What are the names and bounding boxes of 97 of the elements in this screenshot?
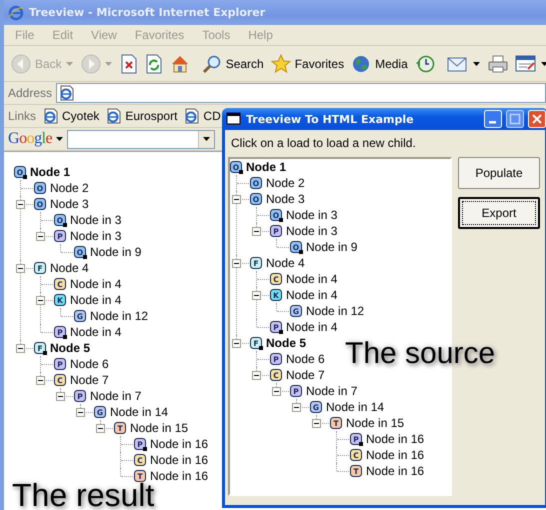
node-label[interactable]: Node 7 [286,368,325,382]
node-label[interactable]: Node in 4 [286,272,338,286]
node-label[interactable]: Node 2 [50,181,89,195]
node-label[interactable]: Node in 4 [286,320,338,334]
node-label[interactable]: Node in 3 [286,224,338,238]
page-icon [59,85,76,101]
dialog-button[interactable]: Populate [458,157,540,189]
node-label[interactable]: Node in 16 [150,469,208,483]
node-label[interactable]: Node in 9 [90,245,142,259]
node-label[interactable]: Node in 15 [130,421,188,435]
node-label[interactable]: Node in 9 [306,240,358,254]
search-icon [202,54,222,74]
node-label[interactable]: Node in 16 [366,432,424,446]
search-button[interactable]: Search [198,52,267,76]
collapse-toggle[interactable] [76,408,85,417]
collapse-toggle[interactable] [56,392,65,401]
minimize-button[interactable] [484,110,502,128]
window-title: Treeview - Microsoft Internet Explorer [29,6,266,19]
collapse-toggle[interactable] [252,371,261,380]
node-label[interactable]: Node 1 [246,160,286,174]
node-label[interactable]: Node 3 [50,197,89,211]
node-label[interactable]: Node 7 [70,373,109,387]
node-label[interactable]: Node 2 [266,176,305,190]
refresh-icon [144,54,163,74]
node-label[interactable]: Node in 7 [90,389,142,403]
window-icon [226,112,242,126]
node-label[interactable]: Node in 16 [366,464,424,478]
node-label[interactable]: Node in 12 [306,304,364,318]
node-label[interactable]: Node in 12 [90,309,148,323]
collapse-toggle[interactable] [292,403,301,412]
globe-icon [351,54,372,74]
node-label[interactable]: Node 4 [266,256,305,270]
collapse-toggle[interactable] [16,344,25,353]
media-button[interactable]: Media [348,52,411,76]
dropdown-arrow-icon[interactable] [472,62,480,66]
node-label[interactable]: Node in 4 [286,288,338,302]
collapse-toggle[interactable] [96,424,105,433]
collapse-toggle[interactable] [232,259,241,268]
collapse-toggle[interactable] [36,232,45,241]
collapse-toggle[interactable] [36,296,45,305]
google-logo[interactable]: Google [8,130,52,148]
node-label[interactable]: Node in 3 [70,229,122,243]
node-label[interactable]: Node in 3 [286,208,338,222]
favorites-button[interactable]: Favorites [268,52,348,76]
collapse-toggle[interactable] [272,387,281,396]
node-label[interactable]: Node in 4 [70,277,122,291]
home-icon [170,54,190,74]
node-label[interactable]: Node 4 [50,261,89,275]
node-label[interactable]: Node 3 [266,192,305,206]
link-page-icon [184,108,200,124]
node-label[interactable]: Node in 4 [70,325,122,339]
link-item[interactable]: Cyotek [62,109,100,123]
dialog-button[interactable]: Export [458,197,540,229]
node-label[interactable]: Node 5 [266,336,306,350]
collapse-toggle[interactable] [232,339,241,348]
node-label[interactable]: Node in 16 [150,453,208,467]
dropdown-arrow-icon[interactable] [540,62,546,66]
dropdown-arrow-icon[interactable] [56,137,64,141]
node-label[interactable]: Node in 4 [70,293,122,307]
dialog-title: Treeview To HTML Example [246,112,414,126]
node-label[interactable]: Node 6 [70,357,109,371]
node-label[interactable]: Node 1 [30,165,70,179]
node-label[interactable]: Node in 14 [326,400,384,414]
star-icon [270,54,291,74]
node-label[interactable]: Node in 16 [366,448,424,462]
address-field[interactable] [56,83,546,103]
edit-page-icon [514,54,537,74]
node-label[interactable]: Node in 3 [70,213,122,227]
dropdown-arrow-icon [203,137,210,141]
link-page-icon [43,108,60,124]
dropdown-button[interactable] [198,130,214,148]
instruction-text: Click on a load to load a new child. [230,136,417,150]
close-button[interactable] [528,110,546,128]
collapse-toggle[interactable] [16,200,25,209]
node-label[interactable]: Node in 15 [346,416,404,430]
search-combo-field[interactable] [67,130,216,148]
address-label: Address [8,86,52,100]
node-label[interactable]: Node in 7 [306,384,358,398]
collapse-toggle[interactable] [36,376,45,385]
collapse-toggle[interactable] [232,195,241,204]
collapse-toggle[interactable] [16,264,25,273]
browser-logo-icon [8,4,24,20]
collapse-toggle[interactable] [252,227,261,236]
link-item[interactable]: Eurosport [125,109,178,123]
node-label[interactable]: Node 5 [50,341,90,355]
link-page-icon [106,108,122,124]
collapse-toggle[interactable] [312,419,321,428]
link-item[interactable]: CD [203,109,221,123]
caption-text: The source [345,337,496,371]
collapse-toggle[interactable] [252,291,261,300]
stop-icon [120,54,138,74]
history-icon [414,54,435,74]
printer-icon [488,54,508,74]
node-label[interactable]: Node in 14 [110,405,168,419]
links-label: Links [8,109,36,123]
node-label[interactable]: Node 6 [286,352,325,366]
node-label[interactable]: Node in 16 [150,437,208,451]
